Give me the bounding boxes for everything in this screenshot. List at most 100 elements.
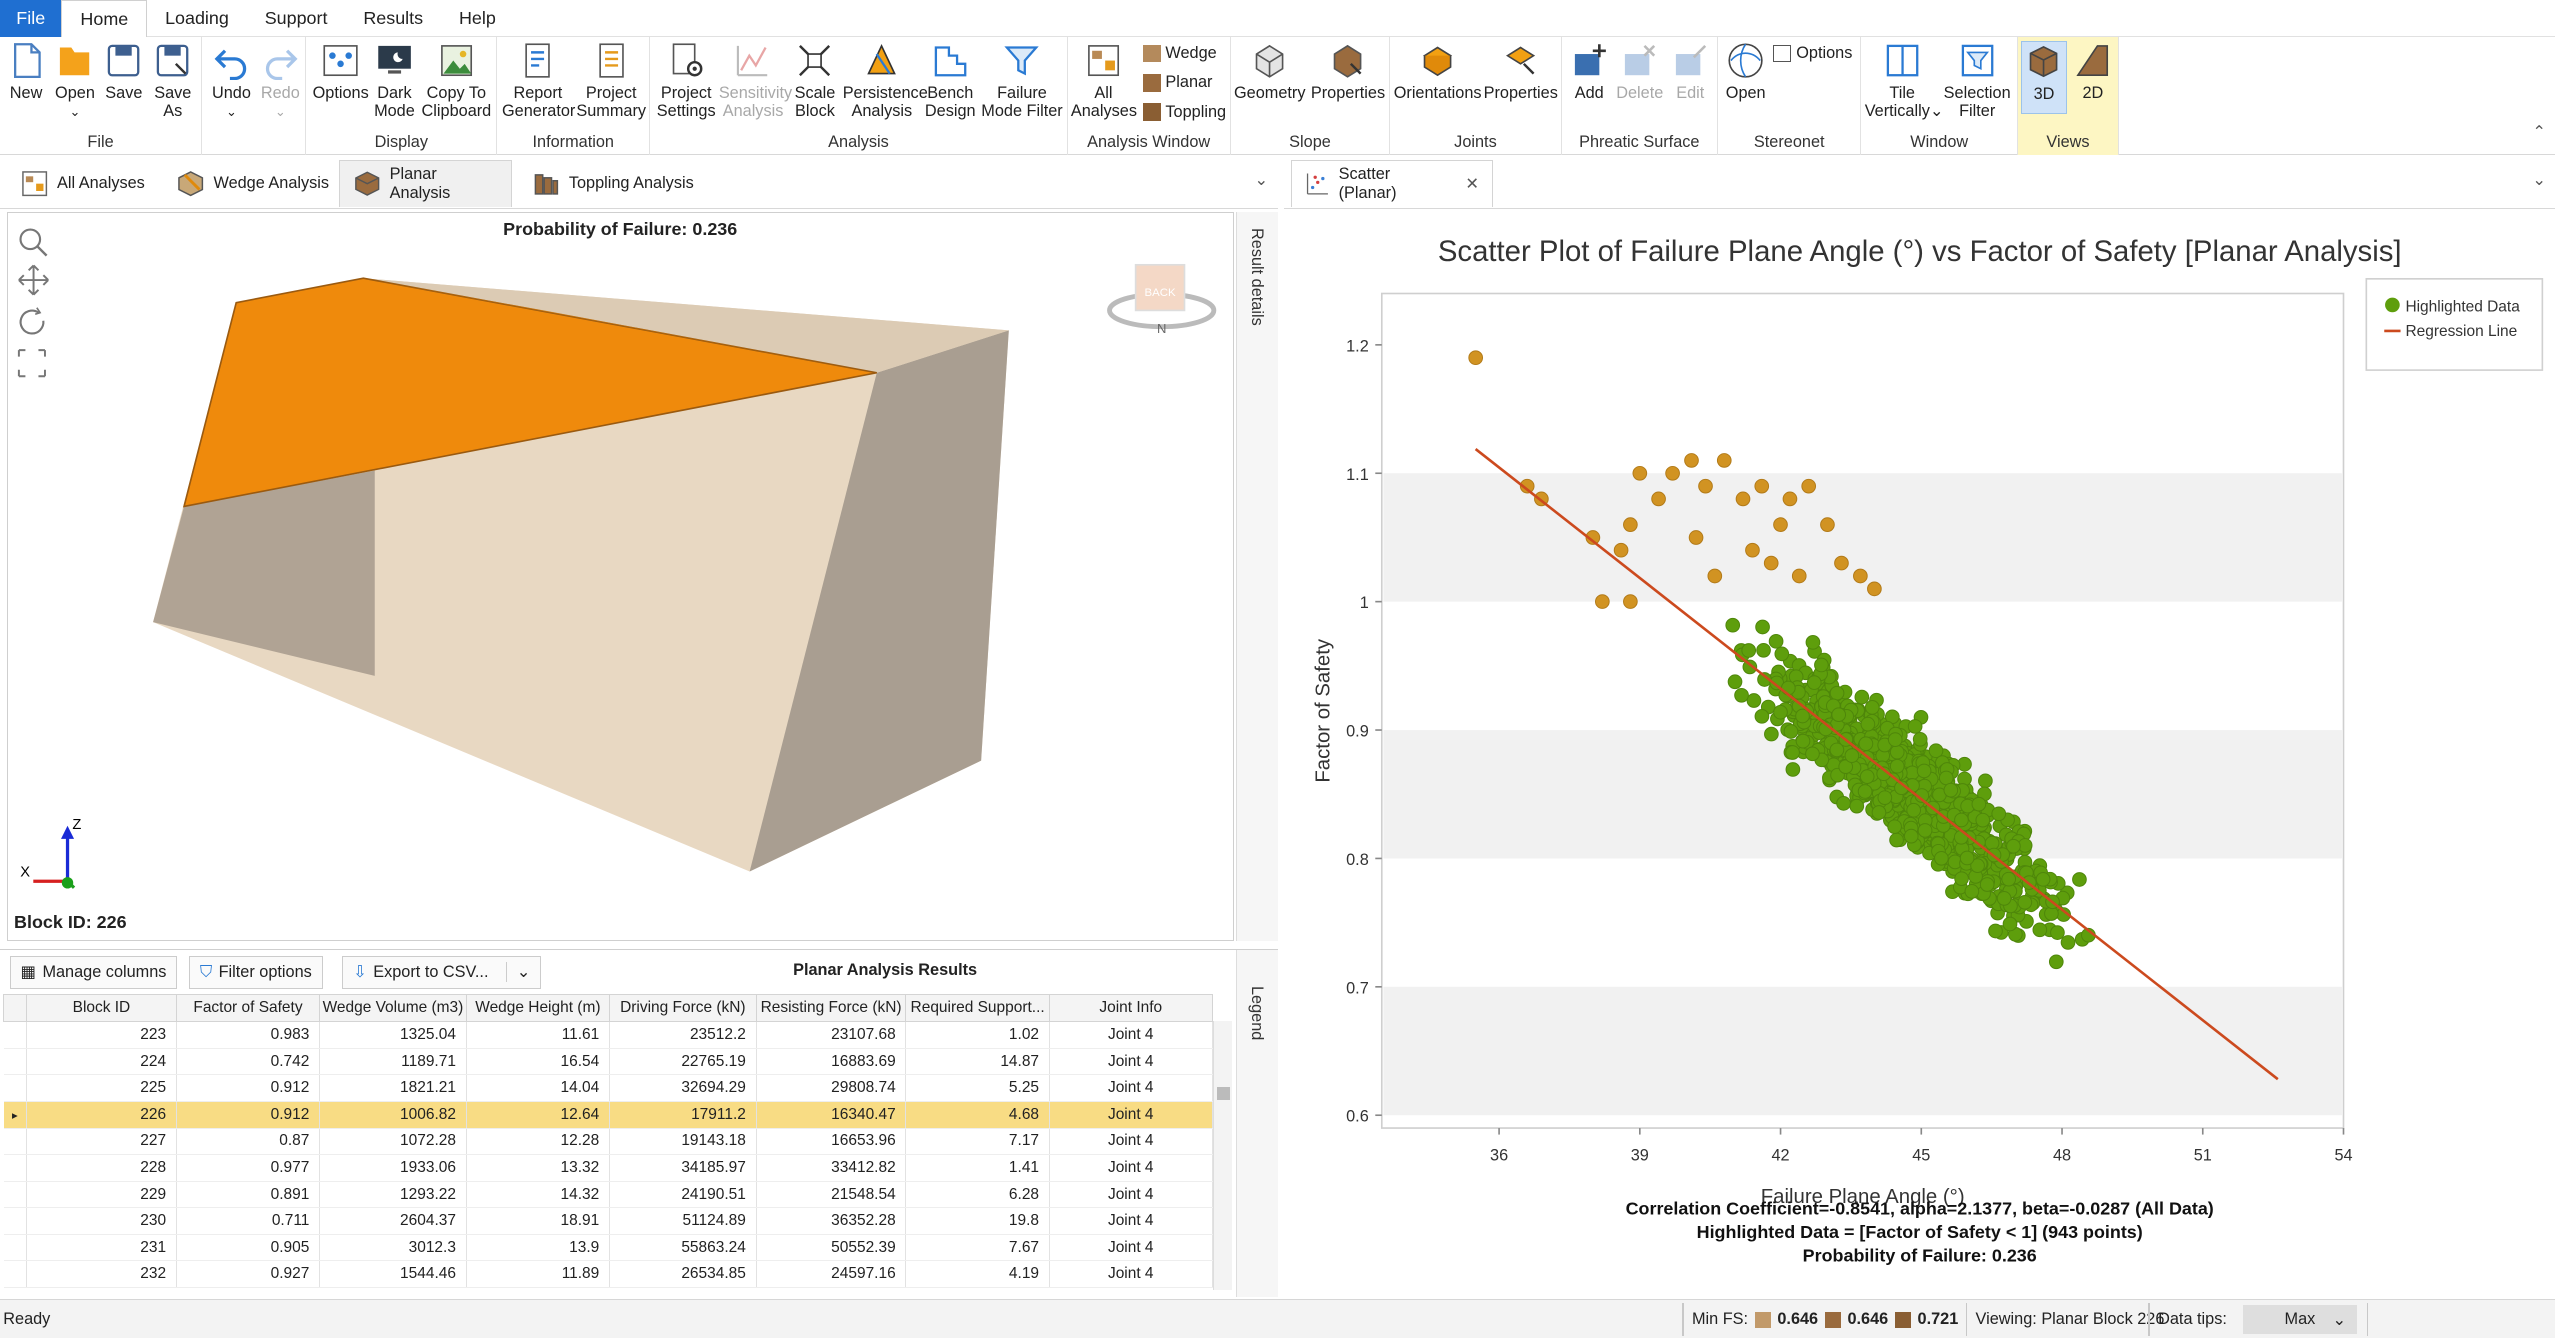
- table-row[interactable]: 223 0.983 1325.04 11.61 23512.2 23107.68 1.02 J…: [3, 1021, 1213, 1049]
- joint-properties-button[interactable]: Properties: [1482, 41, 1560, 103]
- pan-icon[interactable]: [18, 264, 49, 296]
- data-point[interactable]: [1844, 748, 1860, 763]
- data-point[interactable]: [1595, 594, 1611, 609]
- data-point[interactable]: [1859, 736, 1874, 751]
- sensitivity-analysis-button[interactable]: Sensitivity Analysis: [719, 41, 792, 121]
- data-point[interactable]: [1997, 890, 2012, 906]
- data-point[interactable]: [1734, 687, 1750, 703]
- stereonet-open-button[interactable]: Open: [1721, 41, 1770, 103]
- data-point[interactable]: [1801, 478, 1817, 494]
- data-point[interactable]: [1831, 707, 1847, 722]
- column-header[interactable]: Block ID: [26, 993, 177, 1023]
- data-point[interactable]: [1784, 724, 1799, 739]
- data-point[interactable]: [1934, 850, 1950, 866]
- data-point[interactable]: [2036, 871, 2051, 887]
- view-cube[interactable]: BACK N: [1103, 255, 1227, 337]
- selection-filter-button[interactable]: Selection Filter: [1940, 41, 2015, 121]
- data-point[interactable]: [2049, 954, 2065, 970]
- data-point[interactable]: [2032, 922, 2048, 938]
- wedge-window-button[interactable]: Wedge: [1142, 44, 1217, 63]
- tab-all-analyses[interactable]: All Analyses: [7, 160, 158, 207]
- data-point[interactable]: [1904, 828, 1919, 844]
- data-point[interactable]: [1468, 350, 1484, 365]
- redo-button[interactable]: Redo ⌄: [258, 41, 304, 121]
- export-dropdown-icon[interactable]: ⌄: [505, 962, 530, 983]
- data-point[interactable]: [1887, 819, 1903, 834]
- result-details-sidebar[interactable]: Result details: [1235, 211, 1278, 941]
- table-row[interactable]: 228 0.977 1933.06 13.32 34185.97 33412.82 1.41…: [3, 1154, 1213, 1182]
- data-point[interactable]: [1689, 530, 1704, 545]
- data-point[interactable]: [1741, 643, 1757, 658]
- data-point[interactable]: [1745, 542, 1761, 558]
- table-row[interactable]: 227 0.87 1072.28 12.28 19143.18 16653.96 7.17 J…: [3, 1128, 1213, 1156]
- export-csv-button[interactable]: ⇩ Export to CSV... ⌄: [342, 956, 542, 989]
- data-point[interactable]: [1913, 731, 1928, 747]
- slope-properties-button[interactable]: Properties: [1309, 41, 1387, 103]
- chart-tabs-overflow-icon[interactable]: ⌄: [2532, 170, 2546, 190]
- column-header[interactable]: Wedge Volume (m3): [319, 993, 467, 1023]
- close-tab-icon[interactable]: ✕: [1465, 174, 1479, 194]
- data-point[interactable]: [1985, 835, 2000, 851]
- data-point[interactable]: [1755, 708, 1770, 724]
- bench-design-button[interactable]: Bench Design: [921, 41, 980, 121]
- data-point[interactable]: [1906, 802, 1922, 818]
- menu-loading[interactable]: Loading: [147, 0, 247, 37]
- undo-button[interactable]: Undo ⌄: [209, 41, 255, 121]
- tab-wedge-analysis[interactable]: Wedge Analysis: [163, 160, 342, 207]
- data-point[interactable]: [1980, 877, 1995, 892]
- data-point[interactable]: [1728, 674, 1743, 689]
- data-point[interactable]: [1860, 716, 1876, 732]
- project-settings-button[interactable]: Project Settings: [654, 41, 719, 121]
- fit-view-icon[interactable]: [17, 348, 46, 377]
- table-row[interactable]: 230 0.711 2604.37 18.91 51124.89 36352.28 19.8…: [3, 1207, 1213, 1235]
- column-header[interactable]: Driving Force (kN): [609, 993, 757, 1023]
- block-3d-render[interactable]: [8, 213, 1235, 942]
- zoom-icon[interactable]: [19, 228, 48, 257]
- slope-geometry-button[interactable]: Geometry: [1234, 41, 1306, 103]
- persistence-analysis-button[interactable]: Persistence Analysis: [843, 41, 928, 121]
- data-point[interactable]: [1805, 746, 1821, 762]
- data-point[interactable]: [1814, 657, 1830, 673]
- filter-options-button[interactable]: ⛉ Filter options: [189, 956, 323, 989]
- data-point[interactable]: [1858, 784, 1873, 799]
- menu-support[interactable]: Support: [247, 0, 346, 37]
- data-point[interactable]: [1785, 745, 1801, 760]
- toppling-window-button[interactable]: Toppling: [1142, 103, 1226, 122]
- scrollbar-thumb[interactable]: [1216, 1086, 1230, 1100]
- data-tips-dropdown-icon[interactable]: ⌄: [2333, 1300, 2347, 1338]
- table-row[interactable]: 229 0.891 1293.22 14.32 24190.51 21548.54 6.28…: [3, 1181, 1213, 1209]
- report-generator-button[interactable]: Report Generator: [502, 41, 575, 121]
- data-point[interactable]: [1954, 812, 1970, 828]
- data-point[interactable]: [1908, 718, 1923, 734]
- data-point[interactable]: [2050, 925, 2066, 940]
- data-point[interactable]: [1939, 770, 1955, 786]
- project-summary-button[interactable]: Project Summary: [575, 41, 647, 121]
- data-point[interactable]: [1792, 568, 1808, 584]
- data-point[interactable]: [1975, 812, 1991, 828]
- manage-columns-button[interactable]: ▦ Manage columns: [9, 956, 178, 989]
- data-point[interactable]: [1781, 680, 1797, 696]
- data-point[interactable]: [1978, 773, 1994, 789]
- data-point[interactable]: [1806, 634, 1821, 650]
- save-as-button[interactable]: Save As: [150, 41, 196, 121]
- data-point[interactable]: [1877, 790, 1893, 805]
- data-point[interactable]: [1623, 594, 1639, 609]
- data-point[interactable]: [1954, 829, 1970, 845]
- save-button[interactable]: Save: [101, 41, 147, 103]
- data-point[interactable]: [1971, 796, 1987, 812]
- data-point[interactable]: [1889, 832, 1905, 848]
- data-point[interactable]: [1785, 762, 1801, 777]
- data-point[interactable]: [1960, 850, 1975, 866]
- data-point[interactable]: [1754, 478, 1770, 494]
- all-analyses-button[interactable]: All Analyses: [1071, 41, 1137, 121]
- menu-home[interactable]: Home: [61, 0, 148, 40]
- data-point[interactable]: [1747, 693, 1762, 708]
- delete-phreatic-button[interactable]: Delete: [1614, 41, 1666, 103]
- menu-help[interactable]: Help: [441, 0, 514, 37]
- dark-mode-button[interactable]: Dark Mode: [372, 41, 418, 121]
- data-point[interactable]: [2061, 934, 2076, 950]
- new-button[interactable]: New: [7, 41, 46, 103]
- data-point[interactable]: [1988, 923, 2004, 939]
- data-point[interactable]: [1954, 871, 1970, 886]
- data-point[interactable]: [2001, 871, 2017, 887]
